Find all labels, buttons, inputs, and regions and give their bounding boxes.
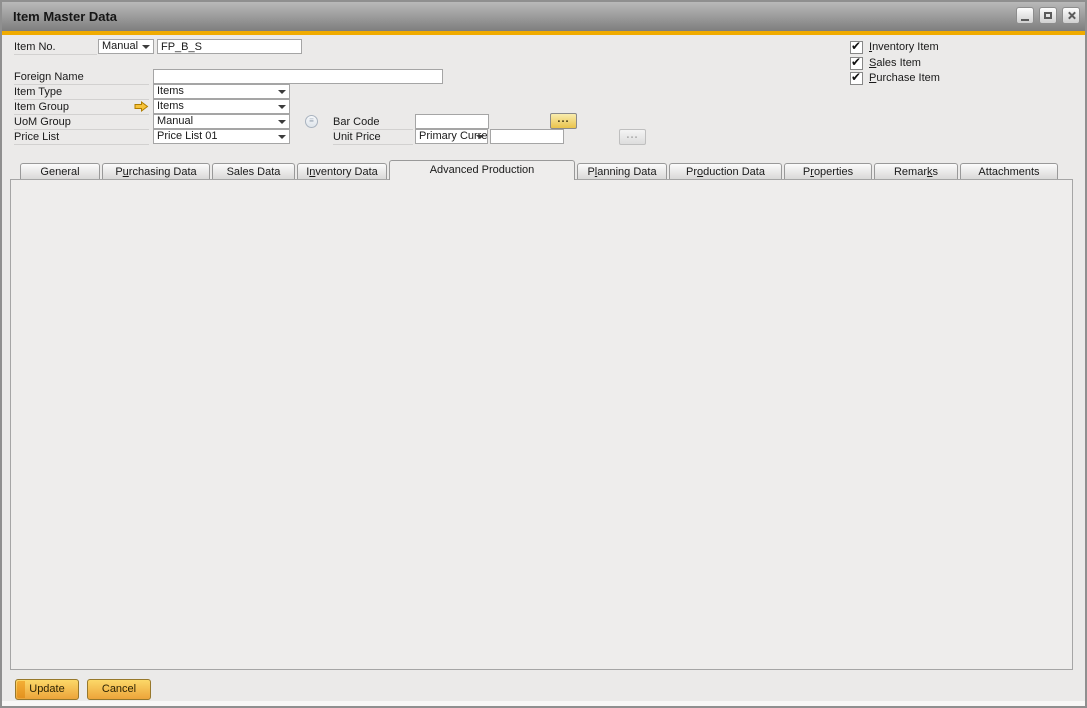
title-bar: Item Master Data [2,2,1085,31]
cancel-button-label: Cancel [102,683,136,695]
item-no-mode-value: Manual [102,40,138,52]
chevron-down-icon [278,135,286,139]
item-group-dropdown[interactable]: Items [153,99,290,114]
item-no-label: Item No. [14,40,97,55]
close-button[interactable] [1062,7,1080,24]
minimize-icon [1021,19,1029,21]
purchase-item-label: Purchase Item [869,72,940,86]
purchase-item-checkbox[interactable] [850,72,863,85]
advanced-production-panel [10,179,1073,670]
item-no-mode-dropdown[interactable]: Manual [98,39,154,54]
chevron-down-icon [476,135,484,139]
sales-item-label: Sales Item [869,57,921,71]
chevron-down-icon [278,90,286,94]
close-icon [1067,11,1076,20]
unit-price-input[interactable] [490,129,564,144]
inventory-item-label: Inventory Item [869,41,939,55]
update-button-label: Update [29,683,64,695]
inventory-item-checkbox[interactable] [850,41,863,54]
foreign-name-input[interactable] [153,69,443,84]
uom-group-label: UoM Group [14,115,149,130]
tab-sales-data[interactable]: Sales Data [212,163,295,180]
item-master-data-window: Item Master Data Item No. Manual Foreign… [0,0,1087,708]
bar-code-browse-button[interactable]: ... [550,113,577,129]
uom-group-value: Manual [157,115,193,127]
accent-stripe [2,31,1085,35]
tab-general[interactable]: General [20,163,100,180]
tab-remarks[interactable]: Remarks [874,163,958,180]
unit-price-currency-dropdown[interactable]: Primary Currency [415,129,488,144]
window-bottom-edge [2,701,1085,706]
link-arrow-icon[interactable] [134,101,149,112]
focus-strip [17,681,25,698]
unit-price-browse-button: ... [619,129,646,145]
tab-purchasing-data[interactable]: Purchasing Data [102,163,210,180]
item-group-label: Item Group [14,100,149,115]
tab-advanced-production[interactable]: Advanced Production [389,160,575,180]
maximize-icon [1044,12,1052,19]
maximize-button[interactable] [1039,7,1057,24]
item-no-input[interactable] [157,39,302,54]
window-title: Item Master Data [13,9,117,24]
price-list-value: Price List 01 [157,130,218,142]
chevron-down-icon [278,120,286,124]
item-type-label: Item Type [14,85,149,100]
price-list-dropdown[interactable]: Price List 01 [153,129,290,144]
minimize-button[interactable] [1016,7,1034,24]
uom-detail-icon[interactable]: ≡ [305,115,318,128]
tab-properties[interactable]: Properties [784,163,872,180]
update-button[interactable]: Update [15,679,79,700]
price-list-label: Price List [14,130,149,145]
chevron-down-icon [142,45,150,49]
window-controls [1016,7,1080,24]
unit-price-label: Unit Price [333,130,413,145]
item-group-value: Items [157,100,184,112]
tab-inventory-data[interactable]: Inventory Data [297,163,387,180]
cancel-button[interactable]: Cancel [87,679,151,700]
tab-attachments[interactable]: Attachments [960,163,1058,180]
item-type-dropdown[interactable]: Items [153,84,290,99]
sales-item-checkbox[interactable] [850,57,863,70]
uom-group-dropdown[interactable]: Manual [153,114,290,129]
tab-planning-data[interactable]: Planning Data [577,163,667,180]
item-type-value: Items [157,85,184,97]
bar-code-input[interactable] [415,114,489,129]
chevron-down-icon [278,105,286,109]
tab-production-data[interactable]: Production Data [669,163,782,180]
bar-code-label: Bar Code [333,115,413,130]
foreign-name-label: Foreign Name [14,70,149,85]
